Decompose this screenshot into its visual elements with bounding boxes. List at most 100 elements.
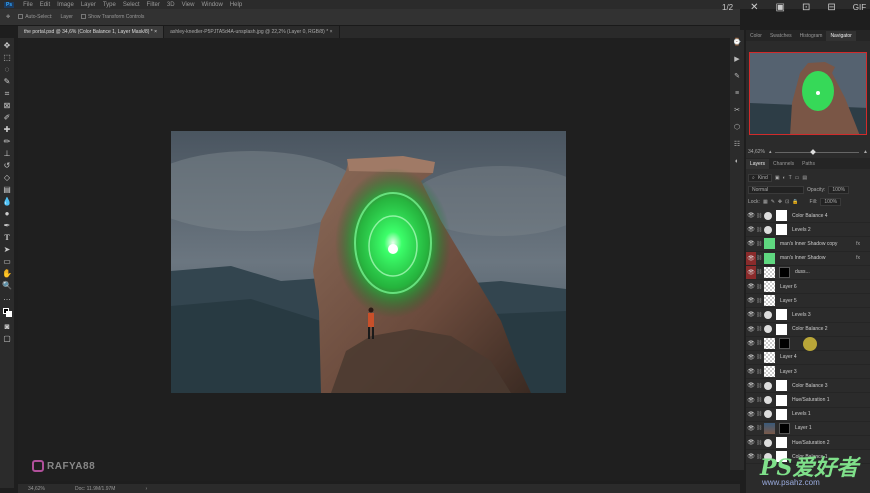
zoom-slider[interactable] <box>775 148 860 155</box>
marquee-tool-icon[interactable]: ⬚ <box>2 53 12 63</box>
zoom-tool-icon[interactable]: 🔍 <box>2 281 12 291</box>
layer-row[interactable]: 👁 ⛓ man's Inner Shadow fx <box>746 251 870 266</box>
eye-icon[interactable]: 👁 <box>746 382 756 389</box>
cross-icon[interactable]: ✕ <box>750 2 758 13</box>
navigator-zoom-value[interactable]: 34,62% <box>748 149 765 155</box>
eye-icon[interactable]: 👁 <box>746 354 756 361</box>
layer-thumbnail[interactable] <box>776 224 787 236</box>
layer-thumbnail[interactable] <box>764 281 775 293</box>
transform-icon[interactable]: ▣ <box>776 2 785 13</box>
gif-label[interactable]: GIF <box>853 3 866 12</box>
menu-view[interactable]: View <box>182 2 195 8</box>
magic-wand-icon[interactable]: ✎ <box>2 77 12 87</box>
menu-edit[interactable]: Edit <box>40 2 50 8</box>
eye-icon[interactable]: 👁 <box>746 297 756 304</box>
blend-mode-dropdown[interactable]: Normal <box>748 186 804 194</box>
layer-row[interactable]: 👁 ⛓ Layer 1 <box>746 422 870 436</box>
layer-row[interactable]: 👁 ⛓ Color Balance 3 <box>746 379 870 394</box>
tab-the-portal[interactable]: the portal.psd @ 34,6% (Color Balance 1,… <box>18 26 165 38</box>
gradient-tool-icon[interactable]: ▤ <box>2 185 12 195</box>
auto-select-dropdown[interactable]: Layer <box>60 14 73 20</box>
layer-thumbnail[interactable] <box>764 366 775 378</box>
layer-row[interactable]: 👁 ⛓ Color Balance 4 <box>746 209 870 224</box>
menu-window[interactable]: Window <box>201 2 222 8</box>
eye-icon[interactable]: 👁 <box>746 425 756 432</box>
menu-type[interactable]: Type <box>103 2 116 8</box>
lasso-tool-icon[interactable]: ◌ <box>2 65 12 75</box>
eyedropper-icon[interactable]: ✐ <box>2 113 12 123</box>
path-selection-icon[interactable]: ➤ <box>2 245 12 255</box>
layer-row[interactable]: 👁 ⛓ Color Balance 2 <box>746 323 870 337</box>
filter-kind-dropdown[interactable]: ⌕ Kind <box>748 174 772 182</box>
tab-swatches[interactable]: Swatches <box>766 31 796 41</box>
blur-tool-icon[interactable]: 💧 <box>2 197 12 207</box>
crop-tool-icon[interactable]: ⌗ <box>2 89 12 99</box>
layer-thumbnail[interactable] <box>776 437 787 449</box>
history-icon[interactable]: ⌚ <box>733 38 742 47</box>
layer-thumbnail[interactable] <box>776 380 787 392</box>
tab-ashley-knedler[interactable]: ashley-knedler-P5PJTA5d4A-unsplash.jpg @… <box>164 26 340 38</box>
layer-row[interactable]: 👁 ⛓ Hue/Saturation 2 <box>746 436 870 451</box>
eye-icon[interactable]: 👁 <box>746 340 756 347</box>
status-arrow-icon[interactable]: › <box>145 486 147 492</box>
eye-icon[interactable]: 👁 <box>746 368 756 375</box>
eraser-icon[interactable]: ◇ <box>2 173 12 183</box>
filter-pixel-icon[interactable]: ▣ <box>775 175 780 181</box>
layer-row[interactable]: 👁 ⛓ Layer 5 <box>746 294 870 309</box>
move-tool-icon[interactable]: ✥ <box>6 14 10 20</box>
properties-icon[interactable]: ☷ <box>733 140 742 149</box>
tab-histogram[interactable]: Histogram <box>796 31 827 41</box>
close-icon[interactable]: × <box>330 29 333 35</box>
screen-mode-icon[interactable]: ▢ <box>2 334 12 344</box>
tab-channels[interactable]: Channels <box>769 159 798 169</box>
eye-icon[interactable]: 👁 <box>746 397 756 404</box>
actions-icon[interactable]: ▶ <box>733 55 742 64</box>
menu-image[interactable]: Image <box>57 2 74 8</box>
eye-icon[interactable]: 👁 <box>746 453 756 460</box>
menu-layer[interactable]: Layer <box>81 2 96 8</box>
lock-paint-icon[interactable]: ✎ <box>771 199 775 205</box>
lock-pixels-icon[interactable]: ▦ <box>763 199 768 205</box>
filter-type-icon[interactable]: T <box>789 175 792 181</box>
layer-row[interactable]: 👁 ⛓ Layer 3 <box>746 365 870 380</box>
hand-tool-icon[interactable]: ✋ <box>2 269 12 279</box>
menu-filter[interactable]: Filter <box>147 2 160 8</box>
layer-row[interactable]: 👁 ⛓ Levels 2 <box>746 223 870 238</box>
eye-icon[interactable]: 👁 <box>746 240 756 247</box>
lock-move-icon[interactable]: ✥ <box>778 199 782 205</box>
brush-tool-icon[interactable]: ✏ <box>2 137 12 147</box>
eye-icon[interactable]: 👁 <box>746 311 756 318</box>
stamp-tool-icon[interactable]: ⊥ <box>2 149 12 159</box>
filter-adjust-icon[interactable]: ◐ <box>783 175 786 181</box>
layer-row[interactable]: 👁 ⛓ Layer 4 <box>746 351 870 366</box>
layer-thumbnail[interactable] <box>776 394 787 406</box>
eye-icon[interactable]: 👁 <box>746 439 756 446</box>
layer-thumbnail[interactable] <box>764 252 775 264</box>
eye-icon[interactable]: 👁 <box>746 251 756 265</box>
menu-file[interactable]: File <box>23 2 33 8</box>
eye-icon[interactable]: 👁 <box>746 283 756 290</box>
shape-tool-icon[interactable]: ▭ <box>2 257 12 267</box>
tab-navigator[interactable]: Navigator <box>826 30 856 41</box>
layer-thumbnail[interactable] <box>764 266 775 278</box>
layer-thumbnail[interactable] <box>764 351 775 363</box>
status-zoom[interactable]: 34,62% <box>28 486 45 492</box>
quick-mask-icon[interactable]: ◙ <box>2 322 12 332</box>
dodge-tool-icon[interactable]: ● <box>2 209 12 219</box>
app-logo[interactable]: Ps <box>4 1 15 8</box>
frame-tool-icon[interactable]: ⊠ <box>2 101 12 111</box>
align-icon[interactable]: ⊡ <box>802 2 810 13</box>
layer-row[interactable]: 👁 ⛓ Levels 1 <box>746 408 870 422</box>
zoom-in-icon[interactable]: ▲ <box>863 149 868 155</box>
lock-artboard-icon[interactable]: ⊡ <box>785 199 789 205</box>
layer-thumbnail[interactable] <box>764 337 775 349</box>
layer-row[interactable]: 👁 ⛓ duss... <box>746 265 870 280</box>
adjustments-icon[interactable]: ≡ <box>733 89 742 98</box>
eye-icon[interactable]: 👁 <box>746 226 756 233</box>
close-icon[interactable]: × <box>154 29 157 35</box>
fill-input[interactable]: 100% <box>820 198 842 206</box>
layer-row[interactable]: 👁 ⛓ Hue/Saturation 1 <box>746 393 870 408</box>
navigator-preview[interactable] <box>749 52 867 135</box>
tab-layers[interactable]: Layers <box>746 158 770 169</box>
auto-select-checkbox[interactable]: Auto-Select: <box>18 14 52 20</box>
